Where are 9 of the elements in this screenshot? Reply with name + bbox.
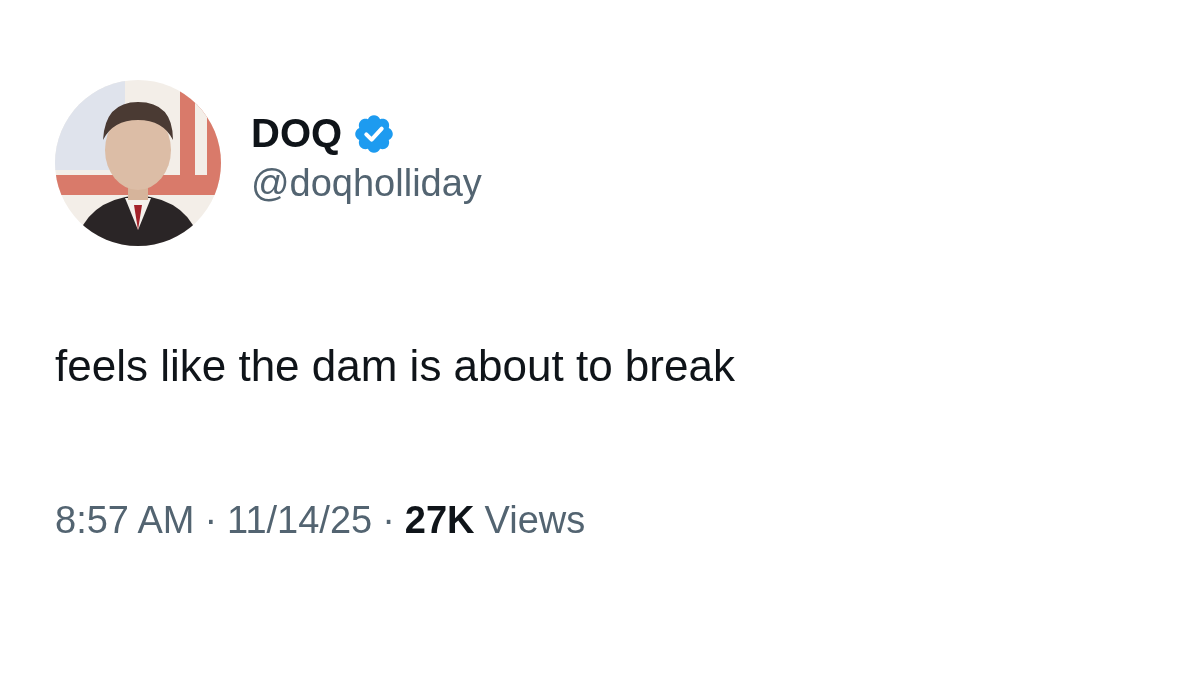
separator-dot: · bbox=[382, 499, 395, 542]
user-handle[interactable]: @doqholliday bbox=[251, 162, 482, 205]
post-time[interactable]: 8:57 AM bbox=[55, 499, 195, 542]
post-text: feels like the dam is about to break bbox=[55, 341, 736, 391]
post-date[interactable]: 11/14/25 bbox=[227, 499, 373, 542]
views-count: 27K bbox=[404, 499, 475, 542]
views-label: Views bbox=[484, 499, 586, 542]
separator-dot: · bbox=[204, 499, 218, 542]
display-name: DOQ bbox=[251, 111, 343, 156]
